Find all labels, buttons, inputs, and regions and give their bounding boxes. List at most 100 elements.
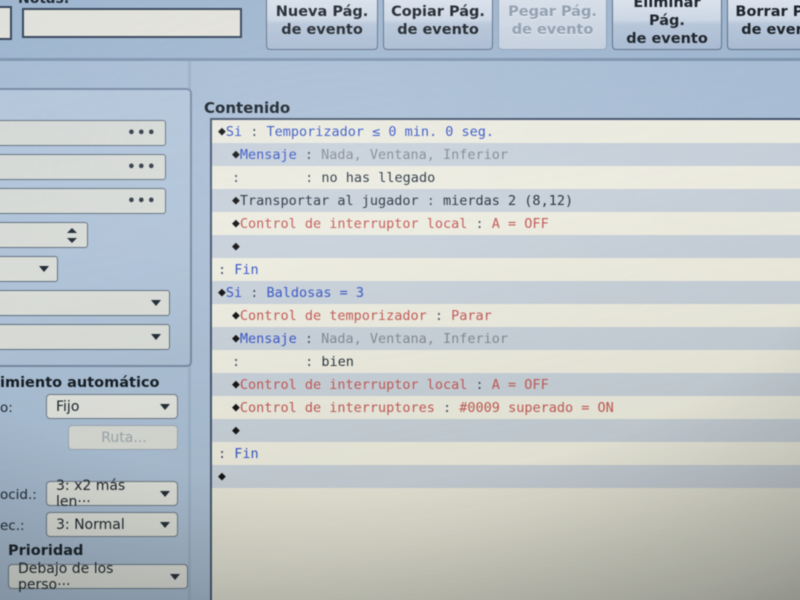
spinner-down-icon[interactable]	[67, 237, 77, 243]
content-row-message-text-1-seg-0: : :	[232, 169, 322, 186]
event-command-list[interactable]: ◆ Si : Temporizador ≤ 0 min. 0 seg. ◆ Mensa…	[210, 118, 800, 600]
command-diamond-icon: ◆	[218, 124, 226, 139]
content-row-if-tiles-seg-0: Si	[225, 284, 243, 301]
move-freq-dropdown[interactable]: 3: Normal	[46, 512, 178, 537]
content-row-empty-slot-1[interactable]: ◆	[212, 235, 800, 258]
move-type-label: o:	[0, 400, 13, 416]
content-row-message-text-2[interactable]: : : bien	[212, 350, 800, 373]
content-row-message-1[interactable]: ◆ Mensaje : Nada, Ventana, Inferior	[212, 143, 800, 166]
copy-event-page-button[interactable]: Copiar Pág. de evento	[383, 0, 493, 50]
command-diamond-icon: ◆	[232, 239, 240, 254]
content-row-if-tiles[interactable]: ◆ Si : Baldosas = 3	[212, 281, 800, 304]
content-label: Contenido	[204, 99, 291, 117]
content-row-switches-seg-1: :	[434, 399, 460, 416]
priority-section: Prioridad Debajo de los perso···	[0, 543, 200, 600]
clear-event-page-label-line2: de evento	[741, 22, 800, 38]
move-type-dropdown[interactable]: Fijo	[46, 394, 178, 419]
content-row-local-switch-2-seg-2: A = OFF	[491, 376, 549, 393]
chevron-down-icon	[151, 300, 161, 306]
command-diamond-icon: ◆	[218, 285, 226, 300]
chevron-down-icon	[160, 403, 170, 410]
notes-input[interactable]	[22, 8, 242, 38]
command-diamond-icon: ◆	[232, 423, 240, 438]
chevron-down-icon	[160, 521, 170, 528]
content-row-transfer-player[interactable]: ◆ Transportar al jugador : mierdas 2 (8,1…	[212, 189, 800, 212]
content-row-timer-control-seg-2: Parar	[451, 307, 492, 324]
content-row-transfer-player-seg-1: :	[418, 192, 444, 209]
left-edge-field-stub	[0, 6, 12, 40]
content-row-switches[interactable]: ◆ Control de interruptores : #0009 supera…	[212, 396, 800, 419]
content-row-if-timer[interactable]: ◆ Si : Temporizador ≤ 0 min. 0 seg.	[212, 120, 800, 143]
content-row-transfer-player-seg-0: Transportar al jugador	[239, 192, 419, 209]
move-route-button: Ruta...	[68, 425, 178, 450]
content-row-message-1-seg-1: :	[296, 146, 322, 163]
command-diamond-icon: ◆	[218, 469, 226, 484]
content-row-timer-control[interactable]: ◆ Control de temporizador : Parar	[212, 304, 800, 327]
command-diamond-icon: ◆	[232, 331, 240, 346]
small-dropdown[interactable]	[0, 256, 58, 282]
move-route-value: Ruta...	[101, 429, 147, 446]
clear-event-page-button[interactable]: Borrar Pág.de evento	[727, 0, 800, 50]
content-row-end-1-seg-0: :	[218, 261, 235, 278]
browse-ellipsis-icon: •••	[127, 125, 157, 141]
priority-dropdown-value: Debajo de los perso···	[18, 560, 114, 593]
move-speed-label: ocid.:	[0, 487, 37, 503]
event-page-editor-window: Notas: Nueva Pág.de eventoCopiar Pág.de …	[0, 0, 800, 600]
content-row-end-2-seg-0: :	[218, 445, 235, 462]
content-row-message-1-seg-2: Nada, Ventana, Inferior	[321, 146, 509, 163]
content-row-end-1-seg-1: Fin	[234, 261, 259, 278]
content-row-local-switch-2[interactable]: ◆ Control de interruptor local : A = OFF	[212, 373, 800, 396]
content-row-if-timer-seg-1: :	[242, 123, 267, 140]
content-row-if-tiles-seg-2: Baldosas = 3	[266, 284, 365, 301]
content-row-message-text-2-seg-1: bien	[321, 353, 354, 370]
move-speed-dropdown[interactable]: 3: x2 más len···	[46, 478, 178, 510]
chevron-down-icon	[160, 490, 170, 497]
content-row-local-switch-1[interactable]: ◆ Control de interruptor local : A = OFF	[212, 212, 800, 235]
command-diamond-icon: ◆	[232, 377, 240, 392]
content-row-message-text-2-seg-0: : :	[232, 353, 322, 370]
autonomous-movement-title: imiento automático	[0, 375, 160, 391]
paste-event-page-button: Pegar Pág. de evento	[498, 0, 607, 50]
content-row-empty-slot-2[interactable]: ◆	[212, 419, 800, 442]
move-speed-value: 3: x2 más len···	[56, 477, 126, 510]
priority-title: Prioridad	[8, 543, 84, 559]
image-browse-row-1[interactable]: •••	[0, 120, 166, 146]
content-row-local-switch-2-seg-0: Control de interruptor local	[239, 376, 468, 393]
move-freq-value: 3: Normal	[56, 516, 125, 533]
image-browse-row-2[interactable]: •••	[0, 154, 166, 180]
event-settings-panel: ••• ••• •••	[0, 88, 192, 367]
command-diamond-icon: ◆	[232, 400, 240, 415]
move-type-value: Fijo	[56, 398, 80, 415]
command-diamond-icon: ◆	[232, 147, 240, 162]
delete-event-page-button[interactable]: Eliminar Pág. de evento	[612, 0, 722, 50]
content-row-message-1-seg-0: Mensaje	[239, 146, 297, 163]
priority-dropdown[interactable]: Debajo de los perso···	[8, 561, 188, 593]
delete-event-page-label-line1: Eliminar Pág.	[633, 0, 701, 30]
new-event-page-button[interactable]: Nueva Pág. de evento	[266, 0, 378, 50]
chevron-down-icon	[170, 573, 180, 580]
move-freq-label: ec.:	[0, 518, 25, 534]
spinner-arrows-icon[interactable]	[65, 225, 79, 245]
content-row-message-2[interactable]: ◆ Mensaje : Nada, Ventana, Inferior	[212, 327, 800, 350]
clear-event-page-label-line1: Borrar Pág.	[735, 4, 800, 21]
notes-label: Notas:	[18, 0, 69, 7]
paste-event-page-label-line1: Pegar Pág.	[508, 4, 597, 21]
content-row-empty-slot-3[interactable]: ◆	[212, 465, 800, 488]
command-diamond-icon: ◆	[232, 216, 240, 231]
content-row-local-switch-2-seg-1: :	[467, 376, 492, 393]
content-row-end-1[interactable]: : Fin	[212, 258, 800, 281]
number-stepper[interactable]	[0, 222, 88, 248]
content-row-local-switch-1-seg-2: A = OFF	[491, 215, 549, 232]
content-row-message-2-seg-2: Nada, Ventana, Inferior	[321, 330, 509, 347]
wide-dropdown-1[interactable]	[0, 290, 170, 316]
copy-event-page-label-line2: de evento	[397, 22, 479, 38]
content-row-switches-seg-0: Control de interruptores	[239, 399, 435, 416]
spinner-up-icon[interactable]	[67, 227, 77, 233]
wide-dropdown-2[interactable]	[0, 324, 170, 350]
content-row-local-switch-1-seg-1: :	[467, 215, 492, 232]
content-row-message-text-1[interactable]: : : no has llegado	[212, 166, 800, 189]
content-row-end-2[interactable]: : Fin	[212, 442, 800, 465]
content-row-message-2-seg-0: Mensaje	[239, 330, 297, 347]
image-browse-row-3[interactable]: •••	[0, 188, 166, 214]
content-row-switches-seg-2: #0009 superado = ON	[459, 399, 614, 416]
